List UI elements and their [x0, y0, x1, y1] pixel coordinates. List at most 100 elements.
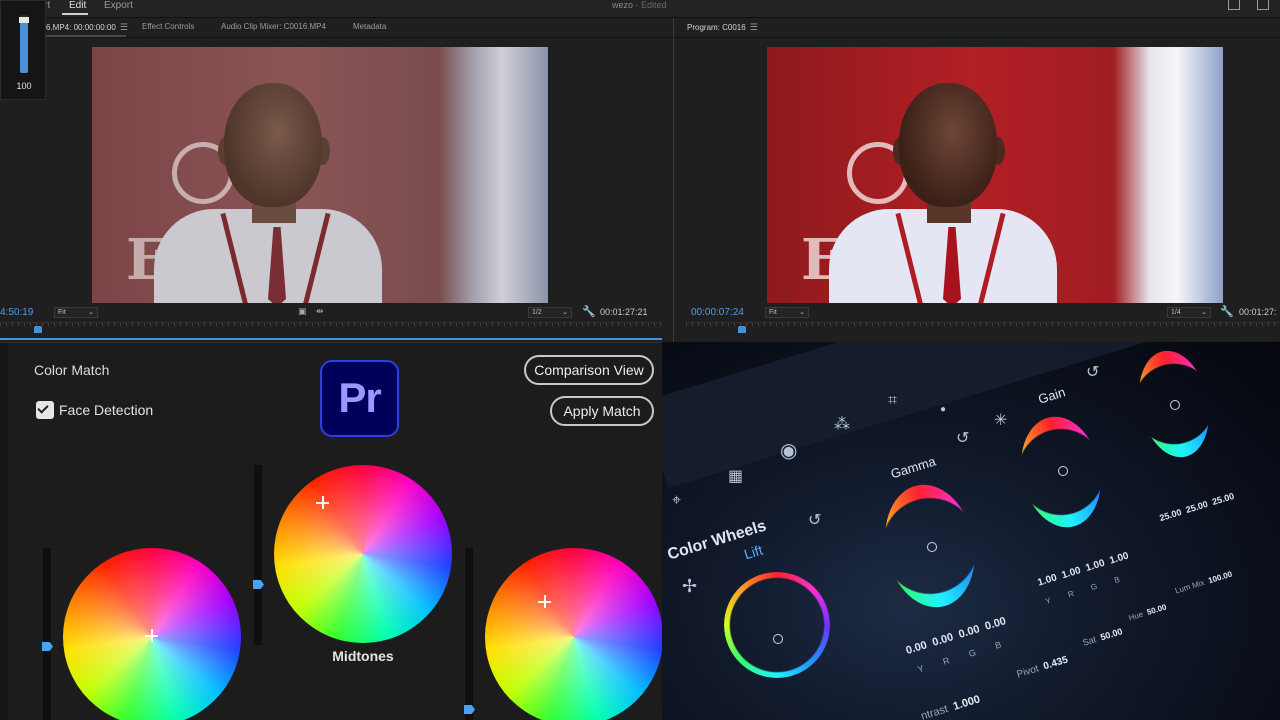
wrench-icon[interactable]: 🔧 [1220, 305, 1234, 318]
tab-effect-controls[interactable]: Effect Controls [142, 22, 194, 31]
color-match-title: Color Match [34, 362, 110, 378]
gain-wheel-center [1058, 466, 1068, 476]
color-match-icon: ▦ [728, 468, 744, 485]
source-duration-timecode: 00:01:27:21 [600, 307, 648, 317]
program-resolution-select[interactable]: 1/4 ⌄ [1167, 307, 1211, 318]
apply-match-button[interactable]: Apply Match [550, 396, 654, 426]
offset-wheel-center [1170, 400, 1180, 410]
comparison-view-button[interactable]: Comparison View [524, 355, 654, 385]
tab-source[interactable]: 6.MP4: 00:00:00:00 ☰ [46, 22, 128, 33]
source-video-frame[interactable]: EE [92, 47, 548, 303]
program-time-ruler[interactable] [686, 322, 1280, 334]
panel-edge [0, 343, 8, 720]
pivot-row: Pivot 0.435 [1016, 655, 1070, 681]
program-playhead[interactable] [738, 326, 746, 333]
shadows-slider[interactable] [43, 548, 51, 720]
midtones-label: Midtones [332, 648, 394, 664]
tab-metadata[interactable]: Metadata [353, 22, 386, 31]
tab-program-label: Program: C0016 [687, 23, 746, 32]
tab-source-label: 6.MP4: 00:00:00:00 [46, 23, 116, 32]
hue-label: Hue [1127, 609, 1145, 623]
menu-edit[interactable]: Edit [69, 0, 86, 12]
marker-icon[interactable]: ▣ [298, 306, 307, 317]
menu-export[interactable]: Export [104, 0, 133, 12]
panel-menu-icon[interactable]: ☰ [120, 22, 128, 32]
lift-r: 0.00 [930, 631, 955, 649]
gamma-label: Gamma [888, 453, 938, 482]
highlights-color-wheel[interactable] [485, 548, 663, 720]
face-detection-checkbox[interactable] [36, 401, 54, 419]
program-video-frame[interactable]: EE [767, 47, 1223, 303]
lift-wheel-center [773, 634, 783, 644]
gamma-g: 1.00 [1084, 557, 1107, 574]
lum-mix-label: Lum Mix [1173, 578, 1206, 596]
sat-value: 50.00 [1099, 626, 1124, 643]
highlights-slider-handle[interactable] [464, 705, 475, 714]
gamma-b-label: B [1113, 574, 1121, 586]
gain-values-row: 25.00 25.00 25.00 [1158, 491, 1235, 523]
program-tabs: Program: C0016 ☰ [674, 18, 1280, 38]
chevron-down-icon: ⌄ [562, 309, 568, 316]
source-resolution-select[interactable]: 1/2 ⌄ [528, 307, 572, 318]
program-fit-value: Fit [769, 309, 777, 316]
source-fit-select[interactable]: Fit ⌄ [54, 307, 98, 318]
gamma-g-label: G [1089, 581, 1099, 593]
tab-source-underline [46, 35, 126, 37]
panel-menu-icon[interactable]: ☰ [750, 22, 758, 32]
lift-label: Lift [742, 541, 765, 563]
volume-handle[interactable] [19, 17, 29, 23]
source-playhead[interactable] [34, 326, 42, 333]
highlights-wheel-crosshair[interactable] [538, 595, 551, 608]
rgb-mixer-icon: ⁂ [834, 416, 850, 433]
workspace-icon[interactable] [1228, 0, 1240, 10]
tab-audio-clip-mixer[interactable]: Audio Clip Mixer: C0016.MP4 [221, 22, 326, 31]
share-icon[interactable] [1257, 0, 1269, 10]
highlights-slider[interactable] [465, 548, 473, 720]
lift-wheel [724, 572, 830, 678]
source-time-ruler[interactable] [0, 322, 662, 334]
gain-label: Gain [1036, 384, 1068, 407]
source-tabs: 6.MP4: 00:00:00:00 ☰ Effect Controls Audi… [0, 18, 673, 38]
lum-mix-value: 100.00 [1207, 569, 1234, 586]
contrast-row: ntrast 1.000 [920, 693, 982, 720]
chevron-down-icon: ⌄ [1201, 309, 1207, 316]
midtones-slider[interactable] [254, 465, 262, 645]
source-resolution-value: 1/2 [532, 309, 542, 316]
chevron-down-icon: ⌄ [88, 309, 94, 316]
gain-y: 25.00 [1158, 506, 1183, 524]
volume-popup: 100 [0, 0, 46, 100]
checkmark-icon [37, 402, 49, 414]
dot-icon: ● [940, 404, 947, 415]
midtones-slider-handle[interactable] [253, 580, 264, 589]
gain-r: 25.00 [1184, 498, 1210, 516]
sat-row: Sat 50.00 [1081, 626, 1123, 648]
volume-fill [20, 21, 28, 73]
midtones-color-wheel[interactable] [274, 465, 452, 643]
lift-b: 0.00 [983, 615, 1008, 633]
source-current-timecode[interactable]: 4:50:19 [0, 307, 33, 318]
sat-label: Sat [1081, 634, 1098, 648]
color-wheels-icon: ◉ [780, 440, 798, 462]
trim-icon[interactable]: ⇹ [316, 306, 324, 317]
tab-program[interactable]: Program: C0016 ☰ [687, 22, 758, 33]
gamma-b: 1.00 [1108, 550, 1131, 567]
pivot-value: 0.435 [1042, 654, 1070, 673]
midtones-wheel-crosshair[interactable] [316, 496, 329, 509]
wrench-icon[interactable]: 🔧 [582, 305, 596, 318]
premiere-pro-logo: Pr [320, 360, 399, 437]
project-status: - Edited [635, 0, 667, 10]
gamma-r-label: R [1066, 588, 1075, 600]
color-wheels-photo: ⌖ ▦ ◉ ⁂ ⌗ ● Color Wheels ✢ Lift ↺ Gamma … [662, 342, 1280, 720]
program-fit-select[interactable]: Fit ⌄ [765, 307, 809, 318]
reset-gain-icon: ↺ [1086, 364, 1100, 381]
shadows-wheel-crosshair[interactable] [145, 629, 158, 642]
shadows-slider-handle[interactable] [42, 642, 53, 651]
face-detection-label: Face Detection [59, 402, 154, 418]
lift-y: 0.00 [904, 639, 929, 657]
chevron-down-icon: ⌄ [799, 309, 805, 316]
lift-g-label: G [967, 647, 978, 659]
hue-row: Hue 50.00 [1128, 602, 1168, 622]
source-fit-value: Fit [58, 309, 66, 316]
menu-edit-underline [62, 13, 88, 15]
program-current-timecode[interactable]: 00:00:07:24 [691, 307, 744, 318]
